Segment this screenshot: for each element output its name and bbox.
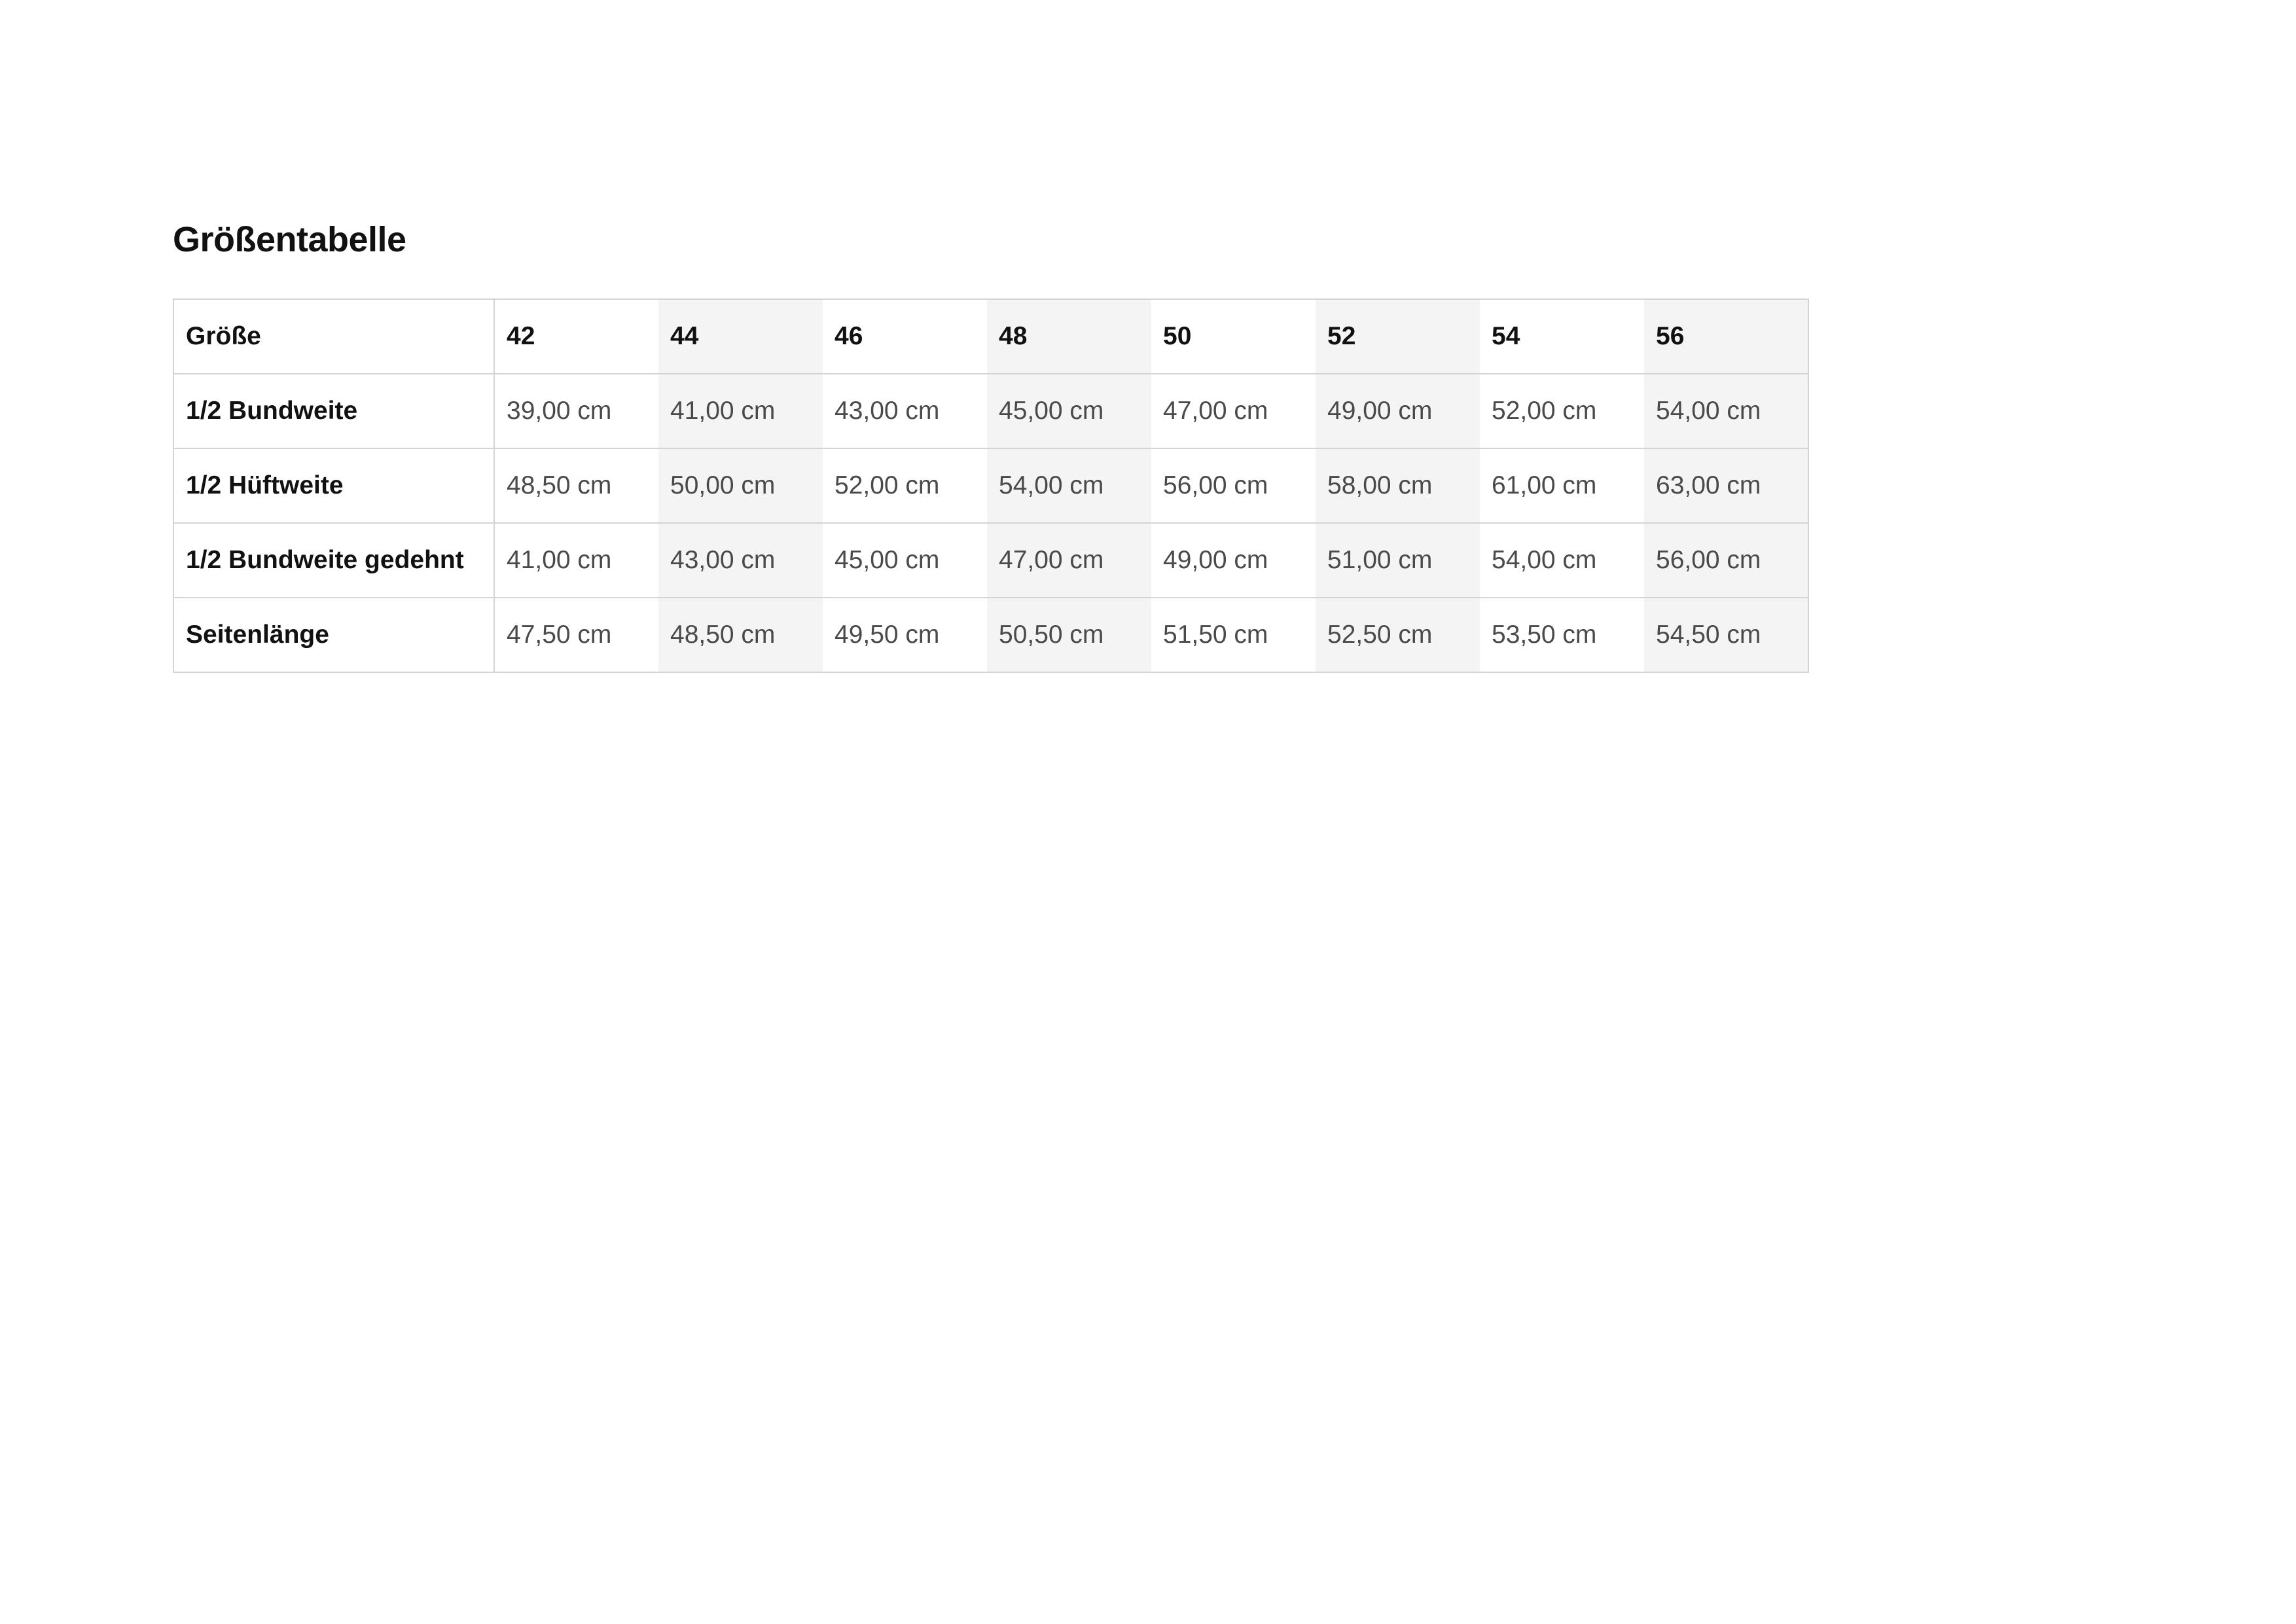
table-cell: 52,00 cm <box>823 448 987 523</box>
table-cell: 50,50 cm <box>987 597 1151 672</box>
size-header-cell: 54 <box>1492 322 1520 350</box>
table-cell: 48,50 cm <box>494 448 658 523</box>
table-row: 1/2 Hüftweite 48,50 cm 50,00 cm 52,00 cm… <box>173 448 1808 523</box>
table-cell: 50,00 cm <box>658 448 823 523</box>
table-cell: 48,50 cm <box>658 597 823 672</box>
table-cell: 56,00 cm <box>1644 522 1808 598</box>
row-label: 1/2 Bundweite <box>173 373 495 448</box>
row-label: 1/2 Bundweite gedehnt <box>173 522 495 598</box>
table-cell: 41,00 cm <box>658 373 823 448</box>
table-cell: 54,00 cm <box>1480 522 1644 598</box>
size-header-cell: 42 <box>507 322 535 350</box>
table-cell: 43,00 cm <box>658 522 823 598</box>
table-cell: 49,50 cm <box>823 597 987 672</box>
size-chart-page: Größentabelle Größe 42 44 46 48 50 52 54… <box>173 215 1809 673</box>
table-cell: 47,00 cm <box>1151 373 1316 448</box>
size-header-label: Größe <box>173 299 495 374</box>
table-cell: 49,00 cm <box>1316 373 1480 448</box>
table-cell: 54,00 cm <box>1644 373 1808 448</box>
table-row: Seitenlänge 47,50 cm 48,50 cm 49,50 cm 5… <box>173 597 1808 672</box>
size-header-cell: 44 <box>658 299 823 374</box>
table-cell: 45,00 cm <box>987 373 1151 448</box>
table-row: 1/2 Bundweite 39,00 cm 41,00 cm 43,00 cm… <box>173 373 1808 448</box>
table-cell: 54,00 cm <box>987 448 1151 523</box>
table-cell: 45,00 cm <box>823 522 987 598</box>
size-header-cell: 56 <box>1644 299 1808 374</box>
size-header-cell: 46 <box>834 322 863 350</box>
table-cell: 41,00 cm <box>494 522 658 598</box>
table-cell: 63,00 cm <box>1644 448 1808 523</box>
table-cell: 47,50 cm <box>494 597 658 672</box>
table-cell: 43,00 cm <box>823 373 987 448</box>
size-header-cell: 52 <box>1316 299 1480 374</box>
table-cell: 51,50 cm <box>1151 597 1316 672</box>
table-cell: 56,00 cm <box>1151 448 1316 523</box>
size-header-cell: 50 <box>1163 322 1192 350</box>
table-cell: 49,00 cm <box>1151 522 1316 598</box>
table-cell: 47,00 cm <box>987 522 1151 598</box>
table-cell: 53,50 cm <box>1480 597 1644 672</box>
table-cell: 51,00 cm <box>1316 522 1480 598</box>
table-cell: 52,50 cm <box>1316 597 1480 672</box>
table-cell: 54,50 cm <box>1644 597 1808 672</box>
size-header-cell: 48 <box>987 299 1151 374</box>
table-cell: 58,00 cm <box>1316 448 1480 523</box>
table-cell: 61,00 cm <box>1480 448 1644 523</box>
table-cell: 52,00 cm <box>1480 373 1644 448</box>
size-header-row: Größe 42 44 46 48 50 52 54 56 <box>173 299 1808 374</box>
size-table: Größe 42 44 46 48 50 52 54 56 1/2 Bundwe… <box>173 298 1809 673</box>
table-cell: 39,00 cm <box>494 373 658 448</box>
row-label: 1/2 Hüftweite <box>173 448 495 523</box>
row-label: Seitenlänge <box>173 597 495 672</box>
page-title: Größentabelle <box>173 220 406 259</box>
table-row: 1/2 Bundweite gedehnt 41,00 cm 43,00 cm … <box>173 522 1808 598</box>
